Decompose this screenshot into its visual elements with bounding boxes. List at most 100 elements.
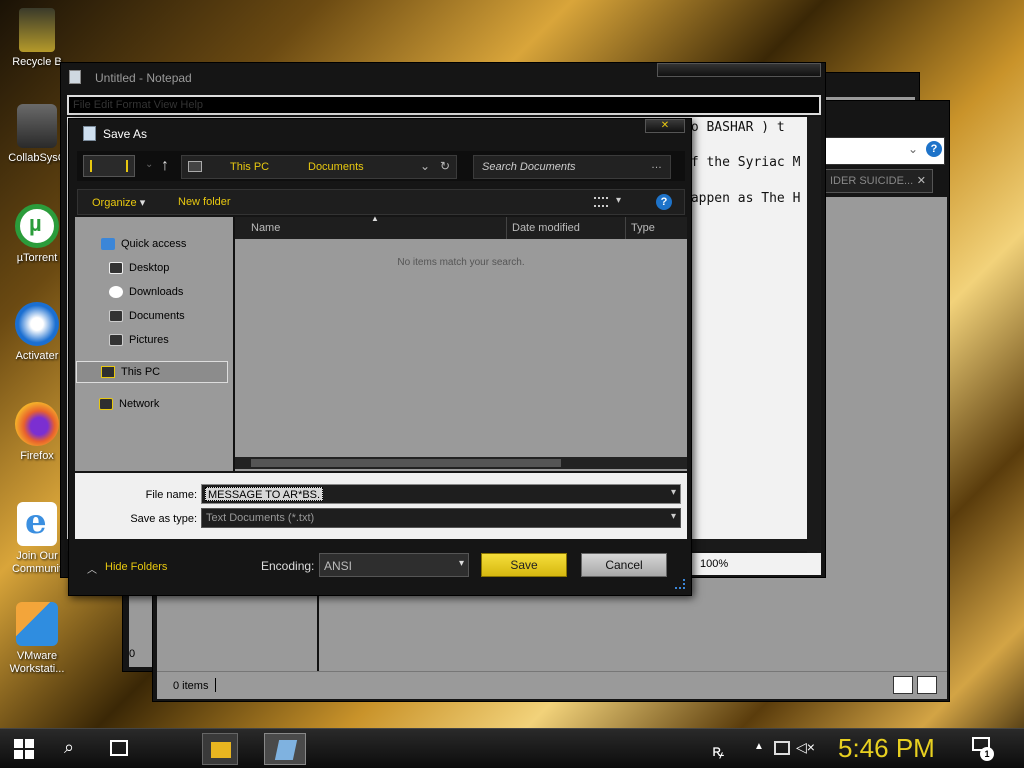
column-type-label: Type bbox=[631, 222, 655, 234]
file-name-dropdown-icon[interactable]: ▾ bbox=[671, 487, 676, 498]
breadcrumb-this-pc[interactable]: This PC bbox=[230, 161, 269, 173]
nav-quick-access-label: Quick access bbox=[121, 238, 187, 250]
recent-locations-chevron-icon[interactable]: ⌄ bbox=[145, 159, 153, 170]
view-options-icon[interactable] bbox=[594, 197, 608, 207]
horizontal-scrollbar[interactable] bbox=[235, 457, 687, 469]
nav-network[interactable]: Network bbox=[99, 393, 159, 415]
nav-downloads[interactable]: Downloads bbox=[109, 281, 183, 303]
activater-icon bbox=[15, 302, 59, 346]
desktop-icon-recycle-bin[interactable]: Recycle B bbox=[4, 8, 70, 69]
back-forward-buttons[interactable] bbox=[83, 155, 135, 177]
hide-folders-button[interactable]: Hide Folders bbox=[105, 561, 167, 573]
up-arrow-icon[interactable]: ↑ bbox=[161, 157, 169, 175]
resize-grip-icon[interactable] bbox=[675, 579, 685, 589]
file-name-input[interactable]: MESSAGE TO AR*BS. ▾ bbox=[201, 484, 681, 504]
taskbar: ⌕ ꝶ ▲ ◁× 5:46 PM 1 bbox=[0, 728, 1024, 768]
nav-pictures-label: Pictures bbox=[129, 334, 169, 346]
cancel-button[interactable]: Cancel bbox=[581, 553, 667, 577]
column-date-modified[interactable]: Date modified bbox=[508, 217, 626, 239]
taskbar-file-explorer[interactable] bbox=[202, 733, 238, 765]
search-icon[interactable]: ⌕ bbox=[64, 737, 74, 758]
documents-icon bbox=[109, 310, 123, 323]
save-as-type-select[interactable]: Text Documents (*.txt) ▾ bbox=[201, 508, 681, 528]
encoding-select[interactable]: ANSI ▾ bbox=[319, 553, 469, 577]
notepad-line-3: happen as The H bbox=[683, 191, 801, 206]
people-icon[interactable]: ꝶ bbox=[712, 739, 724, 761]
desktop-icon-vmware[interactable]: VMware Workstati... bbox=[4, 602, 70, 676]
nav-pictures[interactable]: Pictures bbox=[109, 329, 169, 351]
action-center[interactable]: 1 bbox=[972, 737, 994, 761]
utorrent-icon: µ bbox=[15, 204, 59, 248]
address-breadcrumb[interactable]: This PC Documents ⌄ ↻ bbox=[181, 155, 457, 179]
nav-documents[interactable]: Documents bbox=[109, 305, 185, 327]
explorer-toolbar-button-label: IDER SUICIDE... bbox=[830, 175, 914, 187]
task-view-icon[interactable] bbox=[110, 740, 128, 756]
network-icon bbox=[99, 398, 113, 411]
status-count-left: 0 bbox=[129, 648, 136, 660]
chevron-down-icon[interactable]: ⌄ bbox=[908, 142, 918, 156]
nav-desktop-label: Desktop bbox=[129, 262, 170, 274]
nav-this-pc[interactable]: This PC bbox=[76, 361, 228, 383]
notepad-small-icon bbox=[83, 126, 96, 141]
forward-arrow-icon[interactable] bbox=[126, 160, 128, 172]
explorer-toolbar-button[interactable]: IDER SUICIDE... ✕ bbox=[825, 169, 933, 193]
notepad-icon bbox=[69, 70, 81, 84]
save-as-type-dropdown-icon[interactable]: ▾ bbox=[671, 511, 676, 522]
new-folder-button[interactable]: New folder bbox=[178, 196, 231, 208]
search-placeholder: Search Documents bbox=[482, 161, 576, 173]
column-name-label: Name bbox=[251, 222, 281, 234]
pictures-icon bbox=[109, 334, 123, 347]
column-headers: Name ▲ Date modified Type bbox=[235, 214, 687, 239]
nav-quick-access[interactable]: Quick access bbox=[101, 233, 186, 255]
chevron-up-icon[interactable]: ︿ bbox=[87, 561, 97, 576]
encoding-label: Encoding: bbox=[261, 559, 315, 573]
close-icon: ✕ bbox=[660, 120, 670, 131]
notepad-menu-bar[interactable]: File Edit Format View Help bbox=[67, 95, 821, 115]
dialog-close-button[interactable]: ✕ bbox=[645, 119, 685, 133]
back-arrow-icon[interactable] bbox=[90, 160, 92, 172]
show-hidden-icons[interactable]: ▲ bbox=[754, 741, 764, 752]
chevron-down-icon[interactable]: ⌄ bbox=[420, 159, 430, 173]
search-icon[interactable]: … bbox=[651, 159, 662, 171]
notepad-vertical-scrollbar[interactable] bbox=[807, 117, 821, 553]
folder-icon bbox=[17, 104, 57, 148]
close-icon[interactable]: ✕ bbox=[917, 170, 926, 192]
start-button[interactable] bbox=[14, 739, 34, 759]
folder-icon bbox=[211, 742, 231, 758]
desktop-icon bbox=[109, 262, 123, 275]
volume-muted-icon[interactable]: ◁× bbox=[796, 739, 815, 756]
encoding-dropdown-icon[interactable]: ▾ bbox=[459, 558, 464, 569]
view-dropdown-icon[interactable]: ▾ bbox=[616, 195, 621, 206]
file-name-value: MESSAGE TO AR*BS. bbox=[205, 487, 324, 501]
network-status-icon[interactable] bbox=[774, 741, 790, 755]
organize-menu[interactable]: Organize ▾ bbox=[92, 196, 145, 209]
column-name[interactable]: Name ▲ bbox=[235, 214, 507, 239]
save-button[interactable]: Save bbox=[481, 553, 567, 577]
column-type[interactable]: Type bbox=[627, 217, 687, 239]
help-icon[interactable]: ? bbox=[926, 141, 942, 157]
search-input[interactable]: Search Documents … bbox=[473, 155, 671, 179]
navigation-pane: Quick access Desktop Downloads Documents… bbox=[75, 217, 233, 471]
breadcrumb-documents[interactable]: Documents bbox=[308, 161, 364, 173]
details-view-icon[interactable] bbox=[893, 676, 913, 694]
notepad-zoom-level: 100% bbox=[691, 553, 821, 575]
nav-desktop[interactable]: Desktop bbox=[109, 257, 169, 279]
star-icon bbox=[101, 238, 115, 251]
save-as-type-value: Text Documents (*.txt) bbox=[206, 512, 315, 524]
recycle-bin-icon bbox=[19, 8, 55, 52]
scrollbar-thumb[interactable] bbox=[251, 459, 561, 467]
refresh-icon[interactable]: ↻ bbox=[440, 159, 450, 173]
help-icon[interactable]: ? bbox=[656, 194, 672, 210]
large-icons-view-icon[interactable] bbox=[917, 676, 937, 694]
nav-downloads-label: Downloads bbox=[129, 286, 184, 298]
this-pc-icon bbox=[101, 366, 115, 378]
desktop-icon-label-line2: Workstati... bbox=[9, 663, 65, 675]
nav-this-pc-label: This PC bbox=[121, 366, 161, 378]
file-name-panel: File name: MESSAGE TO AR*BS. ▾ Save as t… bbox=[75, 473, 687, 539]
clock[interactable]: 5:46 PM bbox=[838, 733, 935, 763]
internet-explorer-icon: e bbox=[17, 502, 57, 546]
file-name-label: File name: bbox=[145, 489, 197, 501]
notepad-caption-buttons[interactable] bbox=[657, 63, 821, 77]
dropdown-arrow-icon: ▾ bbox=[139, 197, 146, 209]
taskbar-notepad[interactable] bbox=[264, 733, 306, 765]
